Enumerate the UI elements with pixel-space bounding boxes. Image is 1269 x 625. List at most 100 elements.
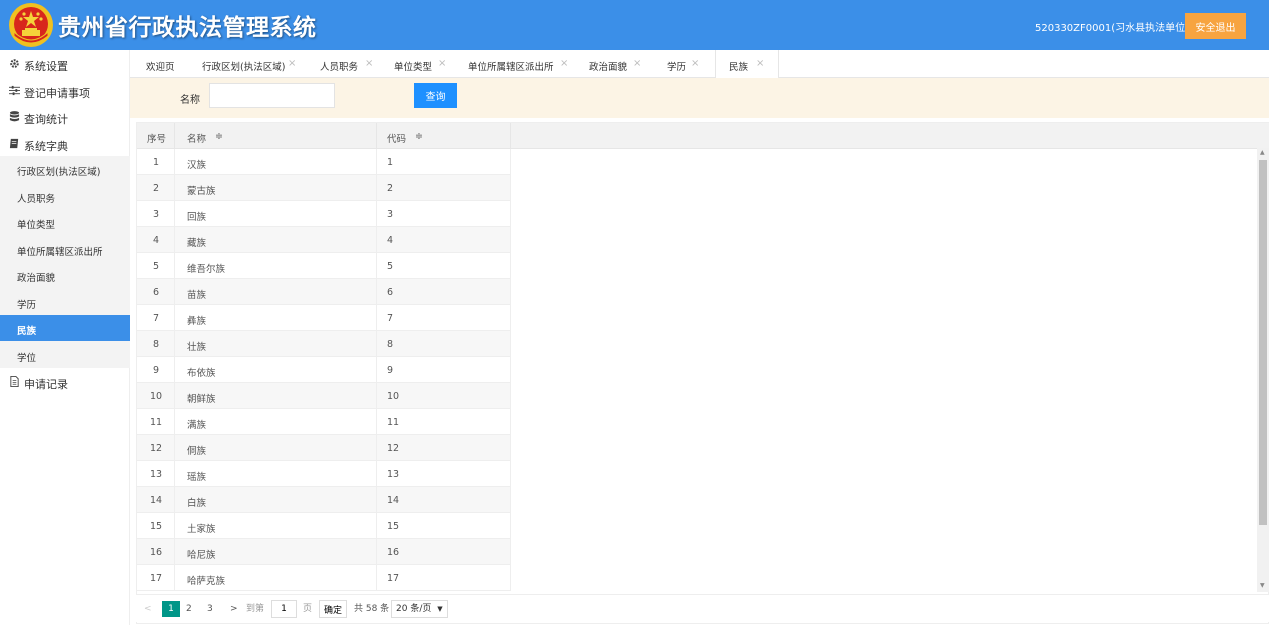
cell-index: 14 xyxy=(137,487,175,513)
next-page-button[interactable]: > xyxy=(230,601,238,617)
menu-label: 系统字典 xyxy=(24,139,68,153)
cell-code: 12 xyxy=(377,435,511,461)
sidebar-item-police-station[interactable]: 单位所属辖区派出所 xyxy=(0,236,130,262)
table-row[interactable]: 12 侗族 12 xyxy=(137,435,511,461)
app-title: 贵州省行政执法管理系统 xyxy=(58,15,317,41)
column-header-name[interactable]: 名称 ≑ xyxy=(175,123,377,149)
close-icon[interactable]: × xyxy=(288,58,296,69)
tab-political-status[interactable]: 政治面貌 × xyxy=(575,50,645,78)
table-row[interactable]: 17 哈萨克族 17 xyxy=(137,565,511,591)
table-row[interactable]: 9 布依族 9 xyxy=(137,357,511,383)
page-size-select[interactable]: 20 条/页 ▼ xyxy=(391,600,448,618)
sidebar-item-admin-division[interactable]: 行政区划(执法区域) xyxy=(0,156,130,182)
menu-system-settings[interactable]: 系统设置 xyxy=(0,50,130,78)
tab-ethnicity[interactable]: 民族 × xyxy=(715,50,779,79)
table-row[interactable]: 4 藏族 4 xyxy=(137,227,511,253)
cell-name: 瑶族 xyxy=(175,461,377,487)
cell-index: 4 xyxy=(137,227,175,253)
close-icon[interactable]: × xyxy=(691,58,699,69)
cell-code: 5 xyxy=(377,253,511,279)
menu-application-records[interactable]: 申请记录 xyxy=(0,368,130,396)
close-icon[interactable]: × xyxy=(438,58,446,69)
cell-code: 9 xyxy=(377,357,511,383)
cell-code: 13 xyxy=(377,461,511,487)
menu-query-stats[interactable]: 查询统计 xyxy=(0,103,130,131)
cell-name: 侗族 xyxy=(175,435,377,461)
column-header-code[interactable]: 代码 ≑ xyxy=(377,123,511,149)
tab-education[interactable]: 学历 × xyxy=(645,50,715,78)
cell-index: 2 xyxy=(137,175,175,201)
sort-icon[interactable]: ≑ xyxy=(415,131,423,142)
table-row[interactable]: 16 哈尼族 16 xyxy=(137,539,511,565)
close-icon[interactable]: × xyxy=(756,58,764,69)
cell-code: 16 xyxy=(377,539,511,565)
sidebar-item-ethnicity[interactable]: 民族 xyxy=(0,315,130,341)
cell-index: 12 xyxy=(137,435,175,461)
name-label: 名称 xyxy=(180,95,200,106)
prev-page-button[interactable]: < xyxy=(144,601,152,617)
page-button-1[interactable]: 1 xyxy=(162,601,180,617)
caret-down-icon: ▼ xyxy=(437,605,443,613)
database-icon xyxy=(9,111,20,122)
cell-index: 7 xyxy=(137,305,175,331)
cell-name: 满族 xyxy=(175,409,377,435)
cell-name: 土家族 xyxy=(175,513,377,539)
table-row[interactable]: 8 壮族 8 xyxy=(137,331,511,357)
table-row[interactable]: 11 满族 11 xyxy=(137,409,511,435)
table-row[interactable]: 10 朝鲜族 10 xyxy=(137,383,511,409)
cell-code: 17 xyxy=(377,565,511,591)
page-button-2[interactable]: 2 xyxy=(186,601,192,617)
column-header-index: 序号 xyxy=(137,123,175,149)
scroll-thumb[interactable] xyxy=(1259,160,1267,525)
cell-index: 6 xyxy=(137,279,175,305)
tab-staff-position[interactable]: 人员职务 × xyxy=(310,50,380,78)
document-icon xyxy=(10,376,19,387)
app-header: 贵州省行政执法管理系统 520330ZF0001(习水县执法单位) 安全退出 xyxy=(0,0,1269,50)
close-icon[interactable]: × xyxy=(560,58,568,69)
table-row[interactable]: 5 维吾尔族 5 xyxy=(137,253,511,279)
table-row[interactable]: 13 瑶族 13 xyxy=(137,461,511,487)
name-search-input[interactable] xyxy=(209,83,335,108)
table-row[interactable]: 1 汉族 1 xyxy=(137,149,511,175)
cell-name: 哈萨克族 xyxy=(175,565,377,591)
goto-confirm-button[interactable]: 确定 xyxy=(319,600,348,618)
table-body: 1 汉族 1 2 蒙古族 2 3 回族 3 4 藏族 4 5 维吾尔族 5 6 苗族 6 7 彝族 7 8 壮族 8 9 布依族 9… xyxy=(137,149,511,593)
cell-code: 7 xyxy=(377,305,511,331)
tab-welcome[interactable]: 欢迎页 xyxy=(130,50,190,78)
table-row[interactable]: 14 白族 14 xyxy=(137,487,511,513)
table-row[interactable]: 2 蒙古族 2 xyxy=(137,175,511,201)
cell-index: 10 xyxy=(137,383,175,409)
cell-index: 17 xyxy=(137,565,175,591)
menu-label: 登记申请事项 xyxy=(24,86,90,100)
cell-code: 4 xyxy=(377,227,511,253)
sidebar-item-staff-position[interactable]: 人员职务 xyxy=(0,183,130,209)
cell-code: 11 xyxy=(377,409,511,435)
cell-name: 壮族 xyxy=(175,331,377,357)
sort-icon[interactable]: ≑ xyxy=(215,131,223,142)
query-button[interactable]: 查询 xyxy=(414,83,457,108)
tab-admin-division[interactable]: 行政区划(执法区域) × xyxy=(190,50,310,78)
close-icon[interactable]: × xyxy=(633,58,641,69)
close-icon[interactable]: × xyxy=(365,58,373,69)
page-button-3[interactable]: 3 xyxy=(207,601,213,617)
scroll-down-icon[interactable]: ▼ xyxy=(1260,582,1265,589)
sidebar-item-political-status[interactable]: 政治面貌 xyxy=(0,262,130,288)
cell-code: 3 xyxy=(377,201,511,227)
tab-bar: 欢迎页 行政区划(执法区域) × 人员职务 × 单位类型 × 单位所属辖区派出所… xyxy=(130,50,1269,79)
cell-name: 彝族 xyxy=(175,305,377,331)
table-row[interactable]: 7 彝族 7 xyxy=(137,305,511,331)
vertical-scrollbar[interactable]: ▲ ▼ xyxy=(1257,148,1269,592)
table-row[interactable]: 15 土家族 15 xyxy=(137,513,511,539)
scroll-up-icon[interactable]: ▲ xyxy=(1260,149,1265,156)
table-row[interactable]: 6 苗族 6 xyxy=(137,279,511,305)
sidebar-item-education[interactable]: 学历 xyxy=(0,289,130,315)
menu-register-items[interactable]: 登记申请事项 xyxy=(0,77,130,105)
sidebar-item-degree[interactable]: 学位 xyxy=(0,342,130,368)
menu-system-dictionary[interactable]: 系统字典 xyxy=(0,130,130,158)
tab-unit-type[interactable]: 单位类型 × xyxy=(380,50,450,78)
table-row[interactable]: 3 回族 3 xyxy=(137,201,511,227)
sidebar-item-unit-type[interactable]: 单位类型 xyxy=(0,209,130,235)
logout-button[interactable]: 安全退出 xyxy=(1185,13,1246,39)
goto-page-input[interactable] xyxy=(271,600,297,618)
tab-police-station[interactable]: 单位所属辖区派出所 × xyxy=(450,50,575,78)
